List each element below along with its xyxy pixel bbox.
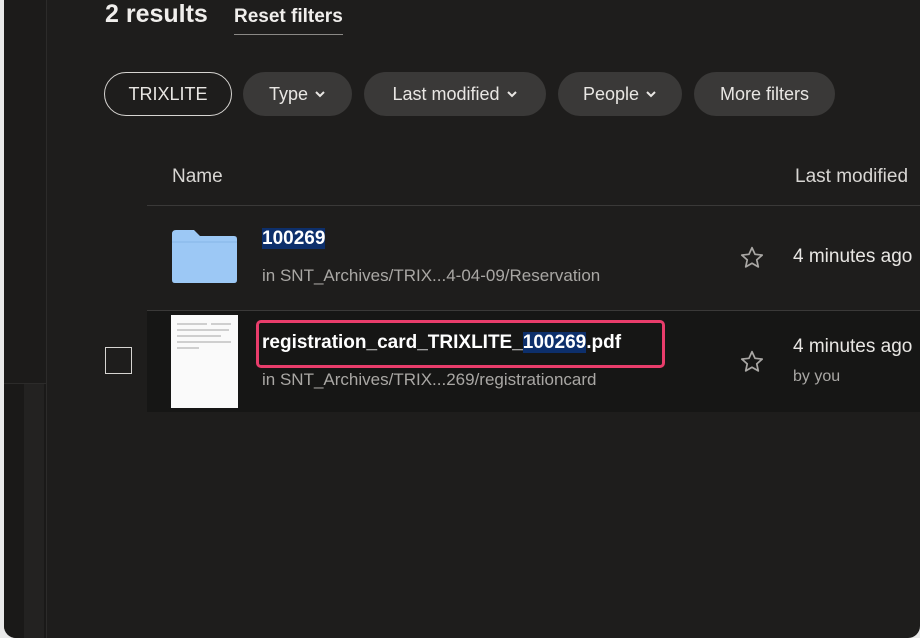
pdf-thumbnail xyxy=(171,315,238,408)
column-header-name[interactable]: Name xyxy=(172,166,223,188)
header-divider xyxy=(147,205,920,206)
search-match-highlight: 100269 xyxy=(262,228,326,249)
filter-chip-label: Type xyxy=(268,83,309,104)
chevron-down-icon xyxy=(646,91,656,98)
file-path[interactable]: in SNT_Archives/TRIX...4-04-09/Reservati… xyxy=(262,266,600,286)
chevron-down-icon xyxy=(315,91,325,98)
reset-filters-link[interactable]: Reset filters xyxy=(234,6,343,35)
modified-by: by you xyxy=(793,368,841,385)
folder-icon xyxy=(172,230,237,283)
filter-chip-trixlite[interactable]: TRIXLITE xyxy=(104,72,232,116)
last-modified-value: 4 minutes ago xyxy=(793,246,913,267)
results-count: 2 results xyxy=(105,0,208,28)
file-name[interactable]: 100269 xyxy=(262,228,326,250)
filter-chip-type[interactable]: Type xyxy=(243,72,352,116)
filter-chip-label: More filters xyxy=(719,83,809,104)
chevron-down-icon xyxy=(506,91,517,98)
star-icon[interactable] xyxy=(739,245,765,271)
last-modified-value: 4 minutes ago xyxy=(793,336,913,357)
filter-chip-more-filters[interactable]: More filters xyxy=(694,72,835,116)
row-checkbox[interactable] xyxy=(105,347,132,374)
filter-chip-label: TRIXLITE xyxy=(128,83,208,104)
app-window: 2 results Reset filters TRIXLITE Type La… xyxy=(4,0,920,638)
star-icon[interactable] xyxy=(739,349,765,375)
filter-chip-last-modified[interactable]: Last modified xyxy=(364,72,546,116)
filter-chip-label: People xyxy=(582,83,640,104)
filter-chip-people[interactable]: People xyxy=(558,72,682,116)
sidebar-scroll-area xyxy=(24,384,44,638)
column-header-last-modified[interactable]: Last modified xyxy=(795,166,908,188)
annotation-highlight-box xyxy=(256,320,665,368)
left-sidebar xyxy=(4,0,47,638)
file-path[interactable]: in SNT_Archives/TRIX...269/registrationc… xyxy=(262,370,596,390)
filter-chip-label: Last modified xyxy=(392,83,500,104)
